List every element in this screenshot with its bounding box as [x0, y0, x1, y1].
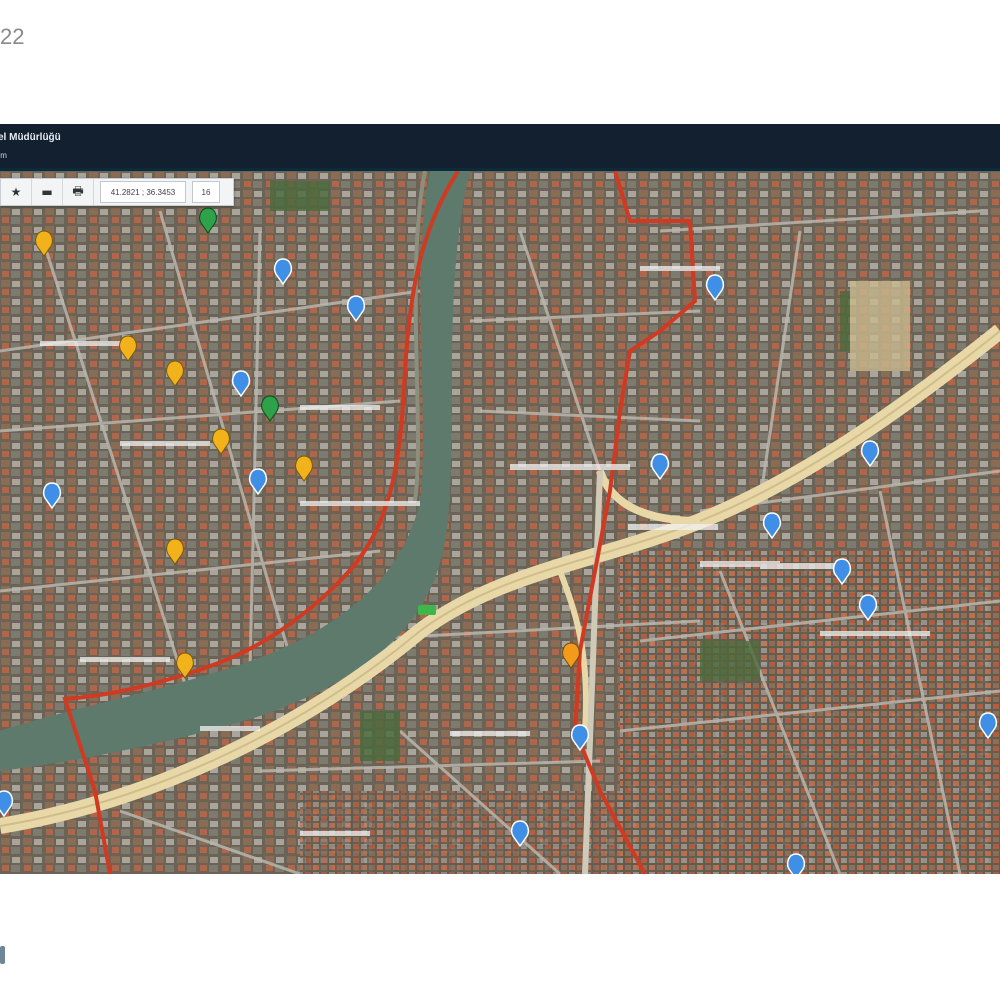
- print-icon[interactable]: 🖶: [63, 179, 94, 205]
- star-icon[interactable]: ★: [1, 179, 32, 205]
- zoom-level-field[interactable]: 16: [192, 181, 220, 203]
- page-corner-icon: [0, 946, 5, 964]
- pin-blue[interactable]: [786, 853, 806, 874]
- minus-icon[interactable]: ▬: [32, 179, 63, 205]
- header-title: el Müdürlüğü: [0, 132, 61, 143]
- highway-shield: [418, 605, 436, 615]
- coordinate-readout: 41.2821 ; 36.3453: [100, 181, 186, 203]
- map-toolbar: ★ ▬ 🖶 41.2821 ; 36.3453 16: [0, 178, 234, 206]
- page-number: 22: [0, 24, 25, 49]
- screenshot-frame: el Müdürlüğü ım: [0, 124, 1000, 874]
- map-view[interactable]: [0, 171, 1000, 874]
- app-header: el Müdürlüğü ım: [0, 124, 1000, 171]
- header-subtitle: ım: [0, 151, 7, 160]
